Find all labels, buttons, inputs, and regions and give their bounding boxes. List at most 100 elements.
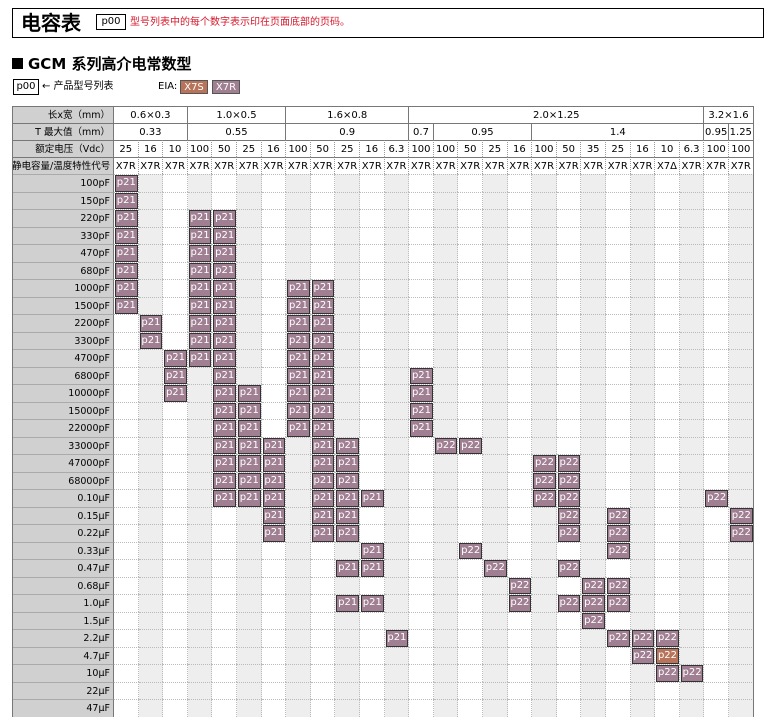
page-ref-p21: p21: [311, 350, 335, 367]
table-cell: [163, 611, 188, 629]
char-header: X7R: [532, 157, 557, 174]
table-cell: [679, 279, 705, 297]
table-cell: [655, 681, 680, 699]
table-cell: [679, 401, 705, 419]
table-cell: [507, 471, 533, 489]
table-cell: [138, 576, 164, 594]
table-cell: [556, 366, 582, 384]
page-ref-p21: p21: [213, 227, 236, 244]
table-cell: [606, 244, 631, 262]
table-cell: [286, 541, 311, 559]
table-cell: [729, 576, 754, 594]
table-cell: [532, 296, 557, 314]
table-cell: [261, 244, 287, 262]
table-cell: [532, 401, 557, 419]
table-cell: [237, 699, 262, 717]
page-ref-p21: p21: [115, 210, 138, 227]
table-cell: [704, 436, 729, 454]
page-ref-p21: p21: [139, 315, 163, 332]
title-note: 型号列表中的每个数字表示印在页面底部的页码。: [130, 17, 350, 28]
section-title-text: GCM 系列高介电常数型: [28, 55, 192, 73]
table-cell: [483, 209, 508, 227]
char-header: X7R: [409, 157, 434, 174]
header-label-size: 长x宽（mm）: [12, 106, 114, 123]
table-cell: [679, 349, 705, 367]
table-cell: [409, 646, 434, 664]
table-cell: [581, 244, 606, 262]
table-cell: [138, 471, 164, 489]
table-cell: [237, 349, 262, 367]
table-cell: [138, 559, 164, 577]
voltage-header: 6.3: [384, 140, 410, 157]
table-cell: [556, 349, 582, 367]
table-cell: [556, 401, 582, 419]
page-ref-p21: p21: [238, 437, 261, 454]
table-cell: [606, 384, 631, 402]
table-cell: [507, 506, 533, 524]
table-cell: [679, 209, 705, 227]
thickness-header: 1.25: [729, 123, 754, 140]
table-cell: [729, 646, 754, 664]
table-cell: [409, 174, 434, 192]
table-cell: [433, 699, 459, 717]
table-cell: [360, 471, 385, 489]
table-cell: [187, 664, 213, 682]
table-cell: [138, 366, 164, 384]
size-header: 3.2×1.6: [704, 106, 754, 123]
table-cell: [556, 314, 582, 332]
char-header: X7R: [138, 157, 164, 174]
table-cell: [335, 401, 360, 419]
table-cell: [433, 664, 459, 682]
table-cell: [581, 279, 606, 297]
table-cell: [114, 401, 139, 419]
table-cell: [384, 436, 410, 454]
table-cell: [384, 576, 410, 594]
table-cell: [507, 279, 533, 297]
table-cell: [729, 454, 754, 472]
table-cell: [458, 664, 483, 682]
table-cell: [409, 681, 434, 699]
capacitance-label: 150pF: [12, 191, 114, 209]
table-cell: [655, 331, 680, 349]
table-cell: [458, 524, 483, 542]
table-cell: [138, 629, 164, 647]
table-cell: [360, 261, 385, 279]
table-cell: [163, 174, 188, 192]
table-cell: [335, 349, 360, 367]
table-cell: [335, 174, 360, 192]
table-cell: [729, 681, 754, 699]
table-cell: [532, 559, 557, 577]
page-ref-p21: p21: [311, 280, 335, 297]
capacitance-label: 6800pF: [12, 366, 114, 384]
table-cell: [581, 436, 606, 454]
page-ref-p21: p21: [213, 367, 236, 384]
table-cell: [458, 226, 483, 244]
table-cell: [409, 436, 434, 454]
table-cell: [310, 226, 336, 244]
table-cell: [729, 541, 754, 559]
table-cell: [729, 629, 754, 647]
voltage-header: 25: [606, 140, 631, 157]
table-cell: [286, 629, 311, 647]
page-ref-p21: p21: [361, 542, 384, 559]
capacitance-label: 1.0μF: [12, 594, 114, 612]
char-header: X7R: [163, 157, 188, 174]
table-cell: [483, 261, 508, 279]
table-cell: [458, 559, 483, 577]
table-cell: [114, 489, 139, 507]
table-cell: [433, 191, 459, 209]
table-cell: [237, 559, 262, 577]
table-cell: [581, 541, 606, 559]
thickness-header: 0.9: [286, 123, 410, 140]
capacitance-label: 1.5μF: [12, 611, 114, 629]
page-ref-p21: p21: [238, 490, 261, 507]
table-cell: [655, 559, 680, 577]
table-cell: [335, 384, 360, 402]
table-cell: [679, 331, 705, 349]
legend-ref-box: p00: [13, 79, 39, 95]
table-cell: [729, 594, 754, 612]
table-cell: [655, 436, 680, 454]
table-cell: [704, 314, 729, 332]
table-cell: [606, 314, 631, 332]
table-cell: [163, 646, 188, 664]
